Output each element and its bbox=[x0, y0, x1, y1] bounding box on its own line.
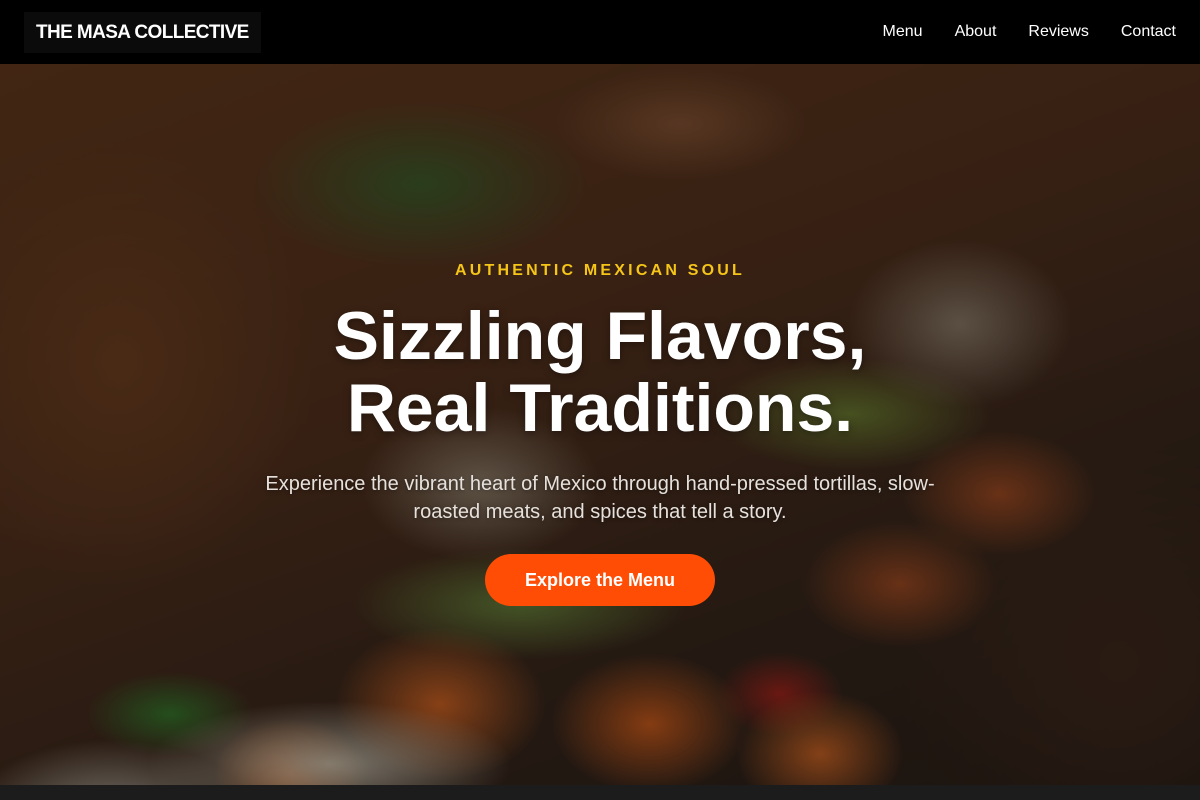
hero-headline-line2: Real Traditions. bbox=[346, 370, 854, 446]
hero-headline-line1: Sizzling Flavors, bbox=[333, 298, 867, 374]
site-logo[interactable]: THE MASA COLLECTIVE bbox=[24, 11, 261, 53]
nav-link-reviews[interactable]: Reviews bbox=[1028, 23, 1088, 41]
explore-menu-button[interactable]: Explore the Menu bbox=[485, 554, 715, 606]
hero-content: AUTHENTIC MEXICAN SOUL Sizzling Flavors,… bbox=[0, 64, 1200, 785]
hero-eyebrow: AUTHENTIC MEXICAN SOUL bbox=[455, 262, 745, 279]
nav-link-menu[interactable]: Menu bbox=[883, 23, 923, 41]
site-header: THE MASA COLLECTIVE Menu About Reviews C… bbox=[0, 0, 1200, 64]
hero-headline: Sizzling Flavors, Real Traditions. bbox=[334, 300, 867, 444]
main-nav: Menu About Reviews Contact bbox=[883, 23, 1176, 41]
hero-subtext: Experience the vibrant heart of Mexico t… bbox=[265, 473, 935, 523]
nav-link-about[interactable]: About bbox=[955, 23, 997, 41]
nav-link-contact[interactable]: Contact bbox=[1121, 23, 1176, 41]
next-section-edge bbox=[0, 785, 1200, 800]
hero-section: AUTHENTIC MEXICAN SOUL Sizzling Flavors,… bbox=[0, 64, 1200, 785]
